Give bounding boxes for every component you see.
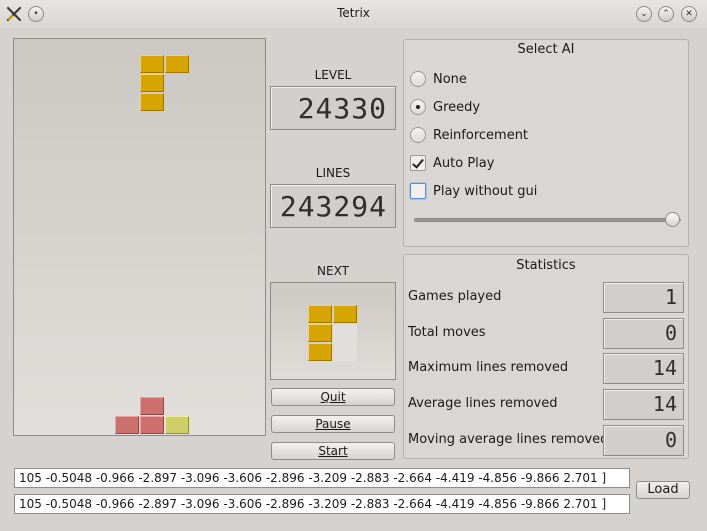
checkbox[interactable] [410,155,426,171]
stat-value-total-moves: 0 [603,318,684,349]
speed-slider[interactable] [414,218,681,222]
title-bar: • Tetrix ⌄ ⌃ ✕ [0,0,707,28]
select-ai-title: Select AI [517,42,575,57]
ai-option-reinforcement[interactable]: Reinforcement [410,126,528,144]
radio-button[interactable] [410,71,426,87]
game-board[interactable] [13,38,266,436]
stat-label-total-moves: Total moves [408,325,486,340]
window-title: Tetrix [337,6,370,20]
falling-piece-block [140,74,164,92]
next-piece-block [308,343,332,361]
next-piece-block [333,305,357,323]
ai-option-none[interactable]: None [410,70,467,88]
params-input-1[interactable]: 105 -0.5048 -0.966 -2.897 -3.096 -3.606 … [14,468,630,488]
minimize-icon[interactable]: ⌄ [636,6,652,22]
quit-button[interactable]: Quit [271,388,395,406]
stack-block [140,416,164,434]
stat-value-games-played: 1 [603,282,684,313]
play-without-gui-checkbox[interactable]: Play without gui [410,182,537,200]
stat-label-games-played: Games played [408,289,502,304]
stat-label-moving-average: Moving average lines removed [408,432,609,447]
falling-piece-block [140,55,164,73]
level-display: 24330 [270,86,396,130]
falling-piece-block [165,55,189,73]
slider-fill [415,219,681,221]
statistics-title: Statistics [516,258,576,273]
lines-label: LINES [315,166,351,180]
lines-display: 243294 [270,184,396,228]
radio-button[interactable] [410,127,426,143]
stack-block [140,397,164,415]
stack-block [165,416,189,434]
stat-label-max-lines: Maximum lines removed [408,360,569,375]
ai-option-greedy[interactable]: Greedy [410,98,480,116]
stat-value-average-lines: 14 [603,389,684,420]
checkbox[interactable] [410,183,426,199]
params-input-2[interactable]: 105 -0.5048 -0.966 -2.897 -3.096 -3.606 … [14,494,630,514]
stat-label-average-lines: Average lines removed [408,396,558,411]
stat-value-max-lines: 14 [603,353,684,384]
stack-block [115,416,139,434]
load-button[interactable]: Load [636,481,690,499]
falling-piece-block [140,93,164,111]
close-icon[interactable]: ✕ [681,6,697,22]
next-label: NEXT [317,264,349,278]
pause-button[interactable]: Pause [271,415,395,433]
radio-button[interactable] [410,99,426,115]
maximize-icon[interactable]: ⌃ [658,6,674,22]
next-piece-preview [270,282,396,380]
start-button[interactable]: Start [271,442,395,460]
next-piece-block [308,324,332,342]
level-label: LEVEL [314,68,352,82]
next-piece-shadow [333,324,357,361]
slider-handle[interactable] [665,212,680,227]
stat-value-moving-average: 0 [603,425,684,456]
next-piece-block [308,305,332,323]
auto-play-checkbox[interactable]: Auto Play [410,154,494,172]
